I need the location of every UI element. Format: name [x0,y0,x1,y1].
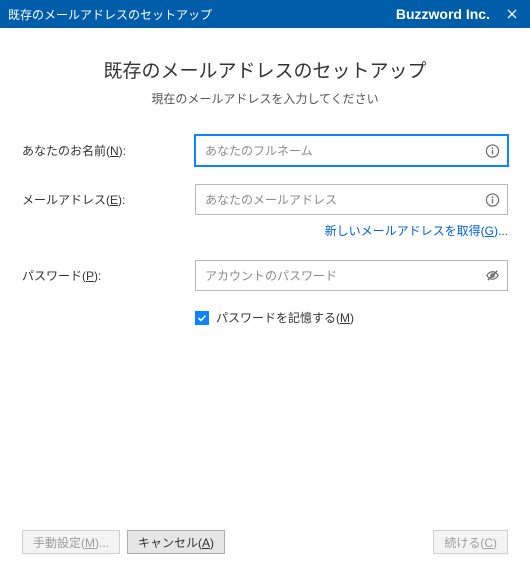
eye-off-icon[interactable] [485,268,500,283]
remember-password-label: パスワードを記憶する(M) [216,309,354,326]
email-field[interactable] [195,184,508,215]
close-icon[interactable] [502,6,522,22]
page-subtitle: 現在のメールアドレスを入力してください [22,90,508,107]
password-label: パスワード(P): [22,267,195,284]
cancel-button[interactable]: キャンセル(A) [127,530,225,554]
manual-config-button: 手動設定(M)... [22,530,120,554]
info-icon[interactable] [485,143,500,158]
name-field[interactable] [195,135,508,166]
remember-password-checkbox[interactable] [195,311,209,325]
info-icon[interactable] [485,192,500,207]
name-label: あなたのお名前(N): [22,142,195,159]
titlebar: 既存のメールアドレスのセットアップ Buzzword Inc. [0,0,530,28]
email-label: メールアドレス(E): [22,191,195,208]
brand-label: Buzzword Inc. [396,6,490,22]
continue-button: 続ける(C) [433,530,508,554]
page-title: 既存のメールアドレスのセットアップ [22,56,508,83]
footer: 手動設定(M)... キャンセル(A) 続ける(C) [22,530,508,554]
get-new-email-link[interactable]: 新しいメールアドレスを取得(G)... [325,224,508,238]
password-field[interactable] [195,260,508,291]
dialog-content: 既存のメールアドレスのセットアップ 現在のメールアドレスを入力してください あな… [0,28,530,572]
window-title: 既存のメールアドレスのセットアップ [8,6,396,23]
